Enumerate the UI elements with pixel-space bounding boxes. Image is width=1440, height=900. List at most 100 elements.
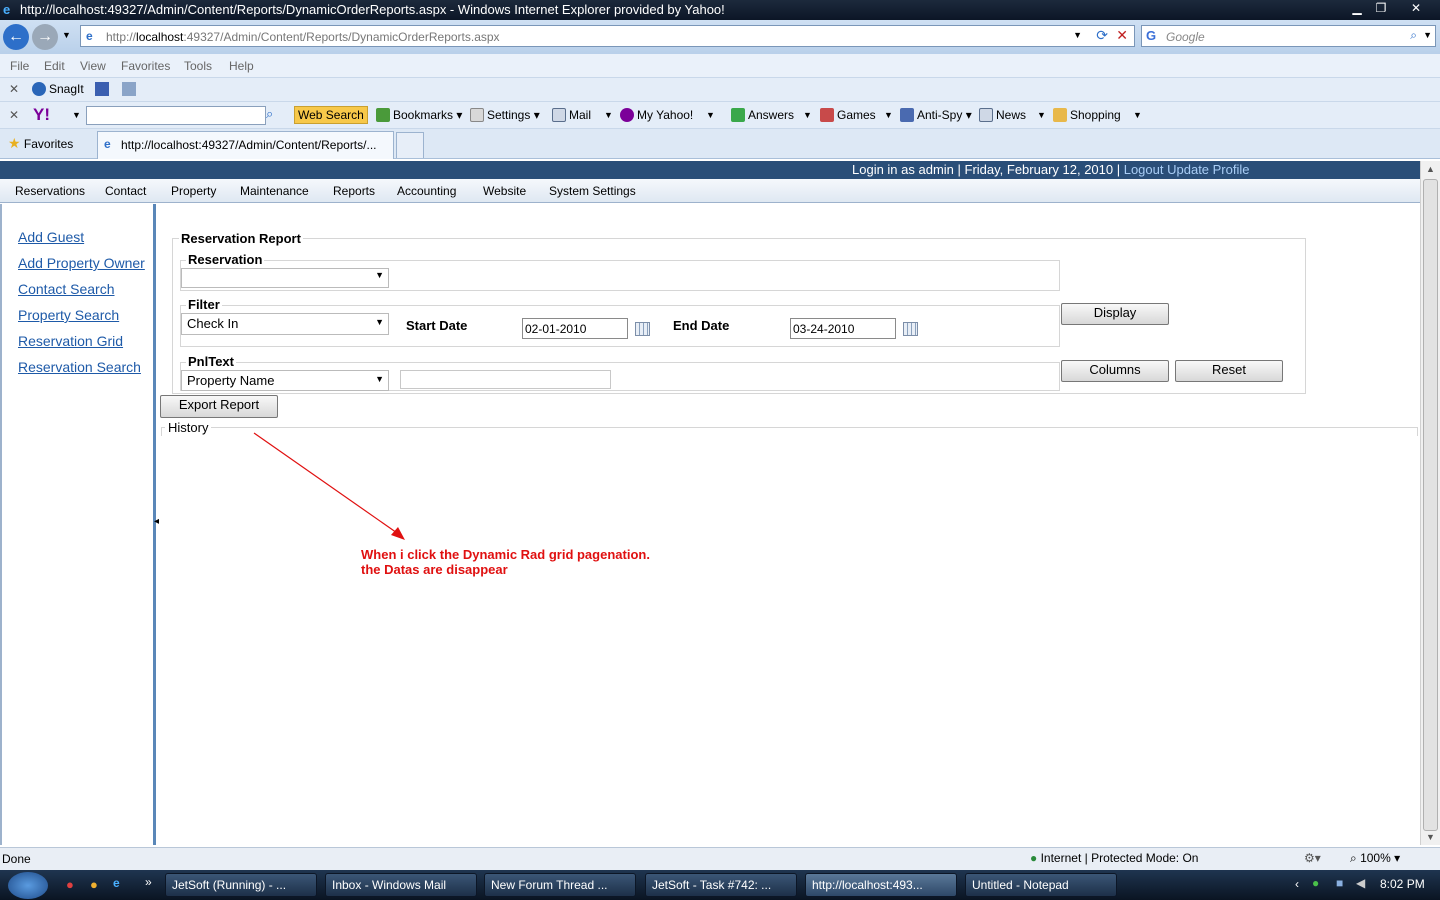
collapse-sidebar-icon[interactable]: ◂ — [154, 516, 159, 527]
forward-icon[interactable]: → — [32, 24, 58, 50]
mail-button[interactable]: Mail — [552, 108, 591, 122]
games-button[interactable]: Games — [820, 108, 876, 122]
scroll-up-icon[interactable]: ▲ — [1426, 164, 1435, 174]
answers-dropdown-icon[interactable]: ▼ — [803, 110, 812, 120]
sidebar-item-reservation-search[interactable]: Reservation Search — [18, 359, 141, 375]
search-box[interactable]: G Google ⌕ ▼ — [1141, 25, 1436, 47]
export-report-button[interactable]: Export Report — [160, 395, 278, 418]
logout-link[interactable]: Logout — [1124, 162, 1164, 177]
nav-contact[interactable]: Contact — [105, 184, 146, 198]
settings-button[interactable]: Settings ▾ — [470, 108, 540, 122]
sidebar-item-contact-search[interactable]: Contact Search — [18, 281, 115, 297]
bookmarks-button[interactable]: Bookmarks ▾ — [376, 108, 462, 122]
news-dropdown-icon[interactable]: ▼ — [1037, 110, 1046, 120]
back-icon[interactable]: ← — [3, 24, 29, 50]
minimize-icon[interactable]: ▁ — [1344, 0, 1370, 16]
restore-icon[interactable]: ❐ — [1368, 0, 1394, 16]
menu-file[interactable]: File — [10, 59, 29, 73]
address-dropdown-icon[interactable]: ▼ — [1073, 30, 1082, 40]
tray-icon-1[interactable]: ● — [1312, 876, 1319, 890]
task-jetsoft-running[interactable]: JetSoft (Running) - ... — [165, 873, 317, 897]
snagit-button[interactable]: SnagIt — [32, 82, 84, 96]
scroll-down-icon[interactable]: ▼ — [1426, 832, 1435, 842]
address-bar[interactable]: e http://localhost:49327/Admin/Content/R… — [80, 25, 1135, 47]
calendar-icon[interactable] — [635, 322, 650, 336]
reset-button[interactable]: Reset — [1175, 360, 1283, 382]
protected-mode-icon[interactable]: ⚙▾ — [1304, 851, 1321, 865]
yahoo-search-input[interactable] — [86, 106, 266, 125]
nav-maintenance[interactable]: Maintenance — [240, 184, 309, 198]
task-inbox[interactable]: Inbox - Windows Mail — [325, 873, 477, 897]
search-icon[interactable]: ⌕ — [1410, 28, 1417, 43]
chevron-down-icon: ▼ — [375, 317, 384, 327]
volume-icon[interactable]: ◀ — [1356, 876, 1365, 890]
nav-reservations[interactable]: Reservations — [15, 184, 85, 198]
refresh-icon[interactable]: ⟳ — [1096, 27, 1108, 44]
columns-button[interactable]: Columns — [1061, 360, 1169, 382]
my-yahoo-button[interactable]: My Yahoo! — [620, 108, 693, 122]
yahoo-dropdown-icon[interactable]: ▼ — [72, 110, 81, 120]
shopping-button[interactable]: Shopping — [1053, 108, 1121, 122]
tab-active[interactable]: e http://localhost:49327/Admin/Content/R… — [97, 131, 394, 159]
filter-select[interactable]: Check In ▼ — [181, 313, 389, 335]
nav-property[interactable]: Property — [171, 184, 216, 198]
task-localhost[interactable]: http://localhost:493... — [805, 873, 957, 897]
quicklaunch-icon-2[interactable]: ● — [90, 877, 98, 892]
nav-system-settings[interactable]: System Settings — [549, 184, 636, 198]
scroll-thumb[interactable] — [1423, 179, 1438, 831]
ie-quicklaunch-icon[interactable]: e — [113, 876, 120, 890]
start-date-input[interactable] — [522, 318, 628, 339]
task-notepad[interactable]: Untitled - Notepad — [965, 873, 1117, 897]
sidebar-item-property-search[interactable]: Property Search — [18, 307, 119, 323]
favorites-button[interactable]: ★ Favorites — [8, 135, 73, 152]
reservation-select[interactable]: ▼ — [181, 268, 389, 288]
quicklaunch-icon-1[interactable]: ● — [66, 877, 74, 892]
stop-icon[interactable]: ✕ — [1116, 27, 1128, 44]
task-jetsoft-task[interactable]: JetSoft - Task #742: ... — [645, 873, 797, 897]
display-button[interactable]: Display — [1061, 303, 1169, 325]
end-date-input[interactable] — [790, 318, 896, 339]
clock[interactable]: 8:02 PM — [1380, 877, 1425, 891]
close-toolbar-icon[interactable]: ✕ — [9, 82, 19, 96]
menu-edit[interactable]: Edit — [44, 59, 65, 73]
games-dropdown-icon[interactable]: ▼ — [884, 110, 893, 120]
zoom-level[interactable]: ⌕ 100% ▾ — [1350, 851, 1400, 866]
sidebar-item-add-guest[interactable]: Add Guest — [18, 229, 84, 245]
sidebar-item-reservation-grid[interactable]: Reservation Grid — [18, 333, 123, 349]
yahoo-logo-icon[interactable]: Y! — [33, 105, 50, 125]
status-bar: Done ● Internet | Protected Mode: On ⚙▾ … — [0, 847, 1440, 870]
sidebar-item-add-property-owner[interactable]: Add Property Owner — [18, 255, 145, 271]
capture-icon[interactable] — [95, 82, 109, 96]
web-search-button[interactable]: Web Search — [294, 106, 368, 124]
tray-expand-icon[interactable]: ‹ — [1295, 877, 1299, 891]
update-profile-link[interactable]: Update Profile — [1167, 162, 1249, 177]
close-toolbar-icon[interactable]: ✕ — [9, 108, 19, 122]
search-dropdown-icon[interactable]: ▼ — [1423, 30, 1432, 40]
menu-help[interactable]: Help — [229, 59, 254, 73]
network-icon[interactable]: ■ — [1336, 876, 1343, 890]
calendar-icon[interactable] — [903, 322, 918, 336]
page-scrollbar[interactable]: ▲ ▼ — [1420, 161, 1440, 845]
my-yahoo-dropdown-icon[interactable]: ▼ — [706, 110, 715, 120]
nav-reports[interactable]: Reports — [333, 184, 375, 198]
history-dropdown-icon[interactable]: ▼ — [62, 30, 71, 40]
task-forum-thread[interactable]: New Forum Thread ... — [484, 873, 636, 897]
new-tab-button[interactable] — [396, 132, 424, 158]
menu-favorites[interactable]: Favorites — [121, 59, 170, 73]
close-icon[interactable]: ✕ — [1398, 0, 1434, 16]
capture-settings-icon[interactable] — [122, 82, 136, 96]
anti-spy-button[interactable]: Anti-Spy ▾ — [900, 108, 972, 122]
more-icon[interactable]: » — [145, 875, 152, 889]
start-button[interactable] — [8, 872, 48, 899]
menu-view[interactable]: View — [80, 59, 106, 73]
menu-tools[interactable]: Tools — [184, 59, 212, 73]
pnltext-select[interactable]: Property Name ▼ — [181, 370, 389, 391]
nav-accounting[interactable]: Accounting — [397, 184, 456, 198]
shopping-dropdown-icon[interactable]: ▼ — [1133, 110, 1142, 120]
news-button[interactable]: News — [979, 108, 1026, 122]
yahoo-search-icon[interactable]: ⌕ — [266, 106, 273, 122]
pnltext-input[interactable] — [400, 370, 611, 389]
nav-website[interactable]: Website — [483, 184, 526, 198]
answers-button[interactable]: Answers — [731, 108, 794, 122]
mail-dropdown-icon[interactable]: ▼ — [604, 110, 613, 120]
